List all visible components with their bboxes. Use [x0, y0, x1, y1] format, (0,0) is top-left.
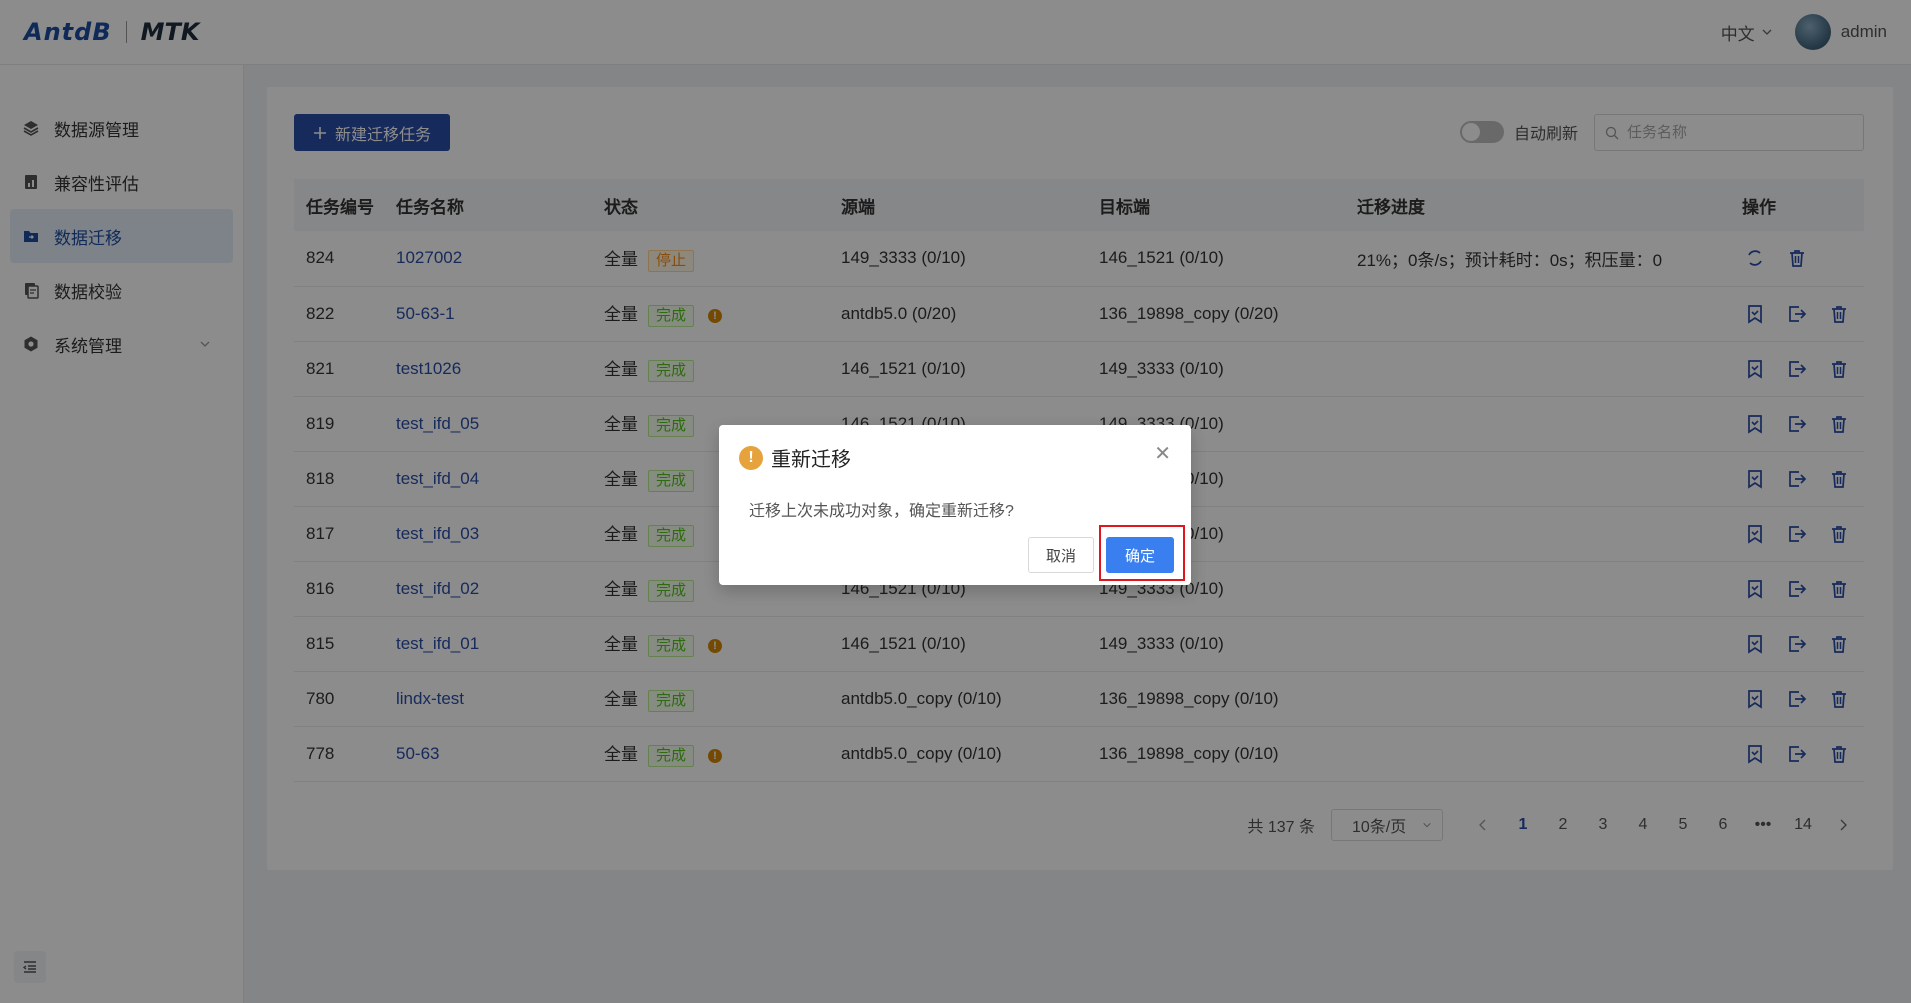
ok-button[interactable]: 确定 [1106, 537, 1174, 573]
cancel-button[interactable]: 取消 [1028, 537, 1094, 573]
modal-message: 迁移上次未成功对象，确定重新迁移? [749, 503, 1014, 520]
warning-icon: ! [739, 445, 763, 470]
close-icon[interactable]: ✕ [1154, 441, 1171, 466]
confirm-modal: ! 重新迁移 ✕ 迁移上次未成功对象，确定重新迁移? 取消 确定 [719, 425, 1191, 585]
modal-title: 重新迁移 [771, 449, 851, 471]
